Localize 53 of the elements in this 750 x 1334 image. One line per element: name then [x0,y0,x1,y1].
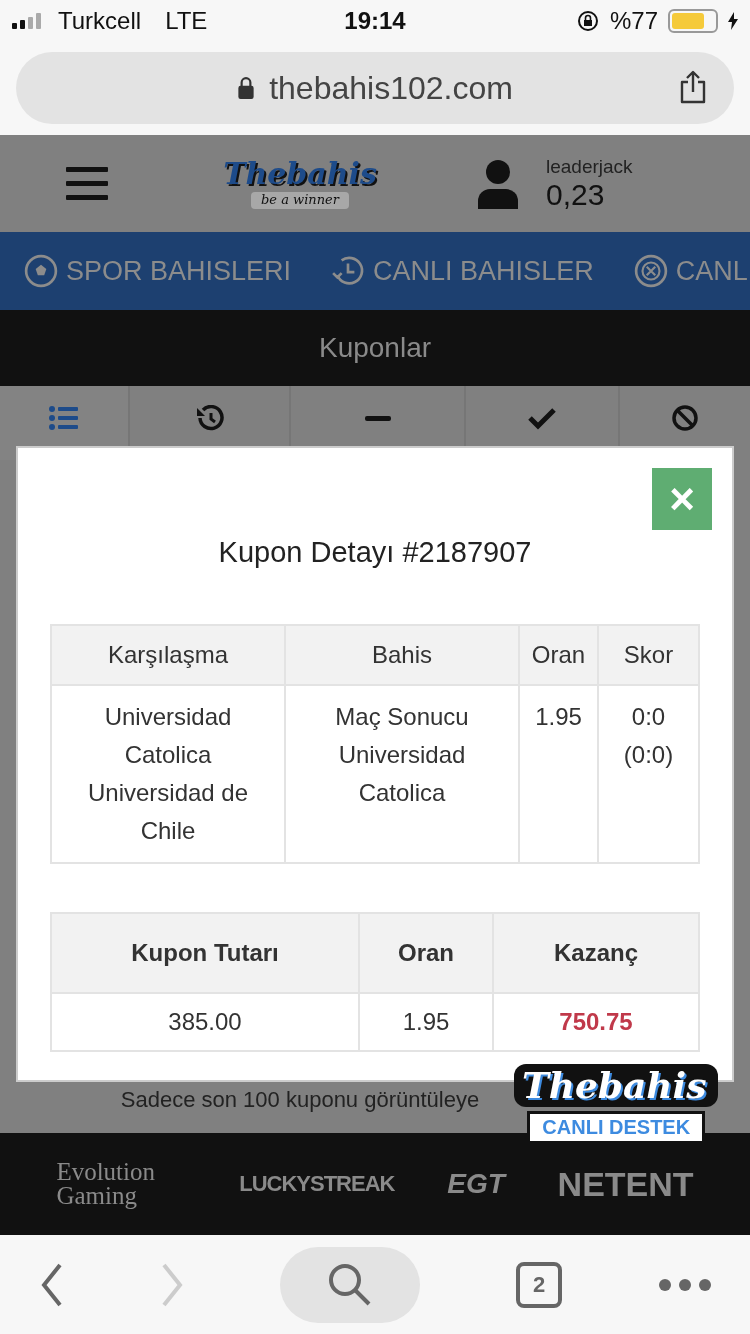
list-icon [49,405,79,431]
history-icon [194,405,225,431]
back-icon[interactable] [40,1262,64,1307]
menu-icon[interactable] [66,166,108,201]
username: leaderjack [546,155,633,178]
minus-icon [364,415,391,421]
info-text: Sadece son 100 kuponu görüntüleye [120,1087,480,1113]
column-header: Bahis [285,625,519,685]
table-cell: 1.95 [519,685,598,863]
clock-icon [331,254,366,288]
address-bar[interactable]: thebahis102.com [16,52,734,124]
tabs-button[interactable]: 2 [516,1261,562,1308]
roulette-icon [633,254,668,288]
balance-amount: 0,23 [546,177,606,212]
column-header: Kupon Tutarı [51,913,359,993]
share-icon[interactable] [678,70,708,104]
ban-icon [670,405,700,431]
provider-logo: LUCKYSTREAK [239,1171,395,1197]
soccer-ball-icon [24,254,58,288]
provider-logo: NETENT [557,1164,694,1204]
clock-time: 19:14 [344,7,406,35]
table-cell: 1.95 [359,993,493,1051]
checkmark-icon [527,405,557,431]
battery-percent: %77 [609,7,658,35]
nav-link[interactable]: CANLI BAHISLER [331,254,594,288]
table-cell: 385.00 [51,993,359,1051]
provider-logo: Evolution Gaming [56,1160,156,1208]
more-icon[interactable] [658,1277,712,1292]
site-logo[interactable]: Thebahis be a winner [210,154,390,213]
provider-logo: EGT [447,1168,505,1200]
lock-icon [237,76,256,100]
charging-bolt-icon [728,12,738,30]
search-icon [327,1261,373,1308]
close-button[interactable]: × [652,468,712,530]
nav-link[interactable]: CANL [633,254,748,288]
table-cell: 0:0 (0:0) [598,685,699,863]
column-header: Oran [359,913,493,993]
user-icon[interactable] [476,158,520,209]
page-title: Kuponlar [0,310,750,386]
carrier-name: Turkcell [58,7,142,35]
modal-title: Kupon Detayı #2187907 [217,536,533,570]
column-header: Kazanç [493,913,699,993]
table-cell: Maç Sonucu Universidad Catolica [285,685,519,863]
column-header: Oran [519,625,598,685]
nav-link[interactable]: SPOR BAHISLERI [24,254,292,288]
url-text: thebahis102.com [269,69,513,107]
network-type: LTE [165,7,208,35]
column-header: Karşılaşma [51,625,285,685]
table-cell: 750.75 [493,993,699,1051]
table-cell: Universidad Catolica Universidad de Chile [51,685,285,863]
column-header: Skor [598,625,699,685]
battery-icon [668,9,718,33]
rotation-lock-icon [575,9,600,33]
